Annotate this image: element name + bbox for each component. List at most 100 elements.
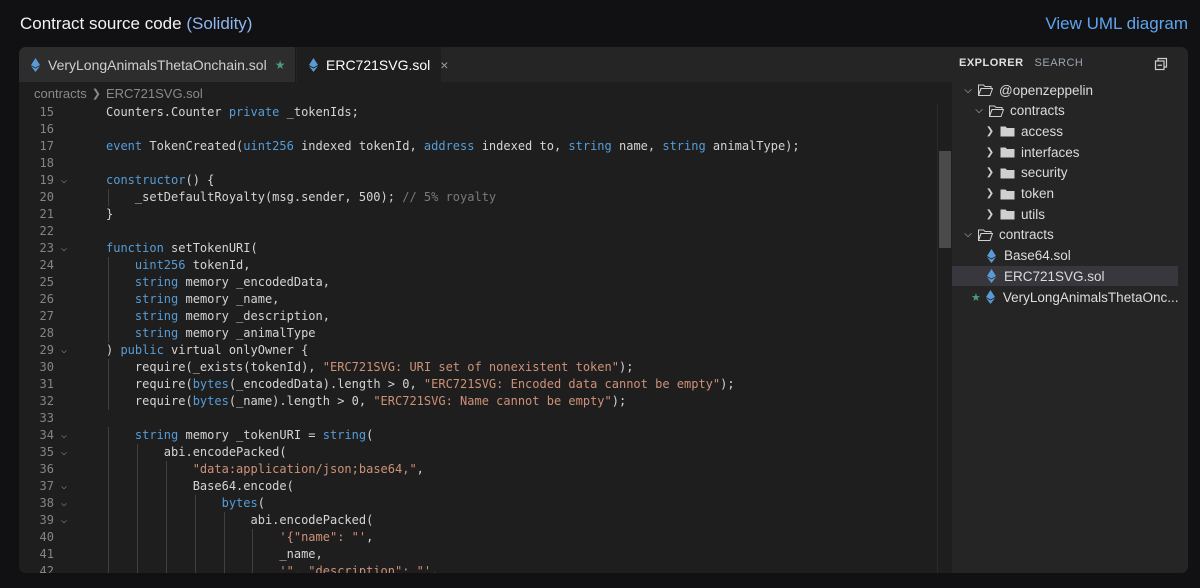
tab-erc721svg[interactable]: ERC721SVG.sol × [297, 47, 448, 82]
code-text: string memory _encodedData, [134, 275, 330, 289]
code-text: require(bytes(_encodedData).length > 0, … [106, 377, 735, 391]
tree-file[interactable]: ERC721SVG.sol [952, 266, 1178, 287]
fold-chevron-icon[interactable]: ⌵ [61, 478, 73, 495]
breadcrumb-item[interactable]: ERC721SVG.sol [106, 86, 203, 101]
line-number: 19 [39, 173, 54, 187]
fold-chevron-icon[interactable]: ⌵ [61, 342, 73, 359]
folder-open-icon [978, 84, 993, 96]
tree-folder[interactable]: ❯ utils [952, 204, 1178, 224]
line-number: 17 [39, 139, 54, 153]
code-text: string memory _tokenURI = string( [134, 428, 374, 442]
fold-chevron-icon[interactable]: ⌵ [61, 495, 73, 512]
tab-label: VeryLongAnimalsThetaOnchain.sol [48, 56, 267, 73]
fold-chevron-icon[interactable]: ⌵ [61, 427, 73, 444]
tree-item-label: ERC721SVG.sol [1004, 268, 1105, 284]
line-number: 31 [39, 377, 54, 391]
chevron-right-icon: ❯ [985, 208, 995, 220]
code-text: _name, [106, 547, 323, 561]
code-line: 33 [19, 410, 937, 427]
fold-chevron-icon[interactable]: ⌵ [61, 444, 73, 461]
fold-chevron-icon[interactable]: ⌵ [61, 240, 73, 257]
code-area[interactable]: 15 Counters.Counter private _tokenIds; 16 1… [19, 104, 937, 573]
tree-file[interactable]: ★ VeryLongAnimalsThetaOnc... [952, 287, 1178, 307]
tree-folder[interactable]: ❯ access [952, 121, 1178, 141]
line-number: 25 [39, 275, 54, 289]
line-number: 29 [39, 343, 54, 357]
tab-explorer[interactable]: EXPLORER [959, 57, 1024, 69]
code-text: function setTokenURI( [106, 241, 258, 255]
code-text: abi.encodePacked( [106, 445, 287, 459]
tree-item-label: @openzeppelin [999, 82, 1094, 98]
breadcrumb-item[interactable]: contracts [34, 86, 87, 101]
ethereum-icon [31, 57, 40, 72]
folder-icon [1000, 167, 1015, 179]
editor-tab-bar: VeryLongAnimalsThetaOnchain.sol ★ ERC721… [19, 47, 952, 82]
fold-chevron-icon[interactable]: ⌵ [61, 512, 73, 529]
code-text: event TokenCreated(uint256 indexed token… [106, 139, 800, 153]
tree-folder[interactable]: ❯ interfaces [952, 142, 1178, 162]
tree-item-label: token [1021, 186, 1055, 201]
code-text: string memory _description, [134, 309, 330, 323]
code-line: 27 string memory _description, [19, 308, 937, 325]
code-text: bytes( [221, 496, 265, 510]
ethereum-icon [987, 248, 996, 263]
tab-search[interactable]: SEARCH [1035, 57, 1084, 69]
code-line: 25 string memory _encodedData, [19, 274, 937, 291]
folder-open-icon [978, 229, 993, 241]
page-header: Contract source code (Solidity) View UML… [0, 0, 1200, 48]
tree-item-label: contracts [1010, 103, 1065, 119]
explorer-panel: EXPLORER SEARCH ⌵ @openzeppelin ⌵ contracts… [952, 47, 1188, 573]
tree-item-label: VeryLongAnimalsThetaOnc... [1002, 289, 1178, 305]
tree-folder[interactable]: ⌵ contracts [952, 225, 1178, 245]
code-line: 32 require(bytes(_name).length > 0, "ERC… [19, 393, 937, 410]
code-line: 29 ⌵ ) public virtual onlyOwner { [19, 342, 937, 359]
line-number: 41 [39, 547, 54, 561]
line-number: 27 [39, 309, 54, 323]
code-line: 36 "data:application/json;base64,", [19, 461, 937, 478]
line-number: 22 [39, 224, 54, 238]
code-line: 39 ⌵ abi.encodePacked( [19, 512, 937, 529]
code-line: 30 require(_exists(tokenId), "ERC721SVG:… [19, 359, 937, 376]
code-line: 40 '{"name": "', [19, 529, 937, 546]
line-number: 37 [39, 479, 54, 493]
line-number: 15 [39, 105, 54, 119]
tree-folder[interactable]: ❯ security [952, 163, 1178, 183]
code-text: string memory _animalType [134, 326, 316, 340]
code-line: 23 ⌵ function setTokenURI( [19, 240, 937, 257]
tab-label: ERC721SVG.sol [326, 56, 431, 73]
code-line: 21} [19, 206, 937, 223]
page-title-text: Contract source code [20, 14, 182, 33]
line-number: 39 [39, 513, 54, 527]
star-icon: ★ [971, 291, 981, 304]
line-number: 21 [39, 207, 54, 221]
code-text: ) public virtual onlyOwner { [106, 343, 309, 357]
tree-folder[interactable]: ⌵ @openzeppelin [952, 80, 1178, 100]
tab-verylonganimals[interactable]: VeryLongAnimalsThetaOnchain.sol ★ [19, 47, 296, 82]
collapse-all-icon[interactable] [1154, 57, 1168, 71]
code-viewer: VeryLongAnimalsThetaOnchain.sol ★ ERC721… [19, 47, 1188, 573]
code-line: 24 uint256 tokenId, [19, 257, 937, 274]
line-number: 33 [39, 411, 54, 425]
tree-folder[interactable]: ❯ token [952, 184, 1178, 204]
code-line: 22 [19, 223, 937, 240]
scrollbar-thumb[interactable] [939, 151, 951, 248]
line-number: 38 [39, 496, 54, 510]
line-number: 16 [39, 122, 54, 136]
view-uml-diagram-link[interactable]: View UML diagram [1045, 14, 1188, 34]
tree-file[interactable]: Base64.sol [952, 246, 1178, 266]
folder-icon [1000, 146, 1015, 158]
code-line: 16 [19, 121, 937, 138]
folder-icon [1000, 188, 1015, 200]
line-number: 35 [39, 445, 54, 459]
line-number: 30 [39, 360, 54, 374]
chevron-down-icon: ⌵ [964, 229, 972, 241]
close-icon[interactable]: × [440, 57, 448, 73]
line-number: 26 [39, 292, 54, 306]
code-line: 20 _setDefaultRoyalty(msg.sender, 500); … [19, 189, 937, 206]
code-text: "data:application/json;base64,", [192, 462, 424, 476]
fold-chevron-icon[interactable]: ⌵ [61, 172, 73, 189]
folder-open-icon [989, 105, 1004, 117]
line-number: 23 [39, 241, 54, 255]
tree-folder[interactable]: ⌵ contracts [952, 101, 1178, 121]
code-text: require(bytes(_name).length > 0, "ERC721… [106, 394, 627, 408]
